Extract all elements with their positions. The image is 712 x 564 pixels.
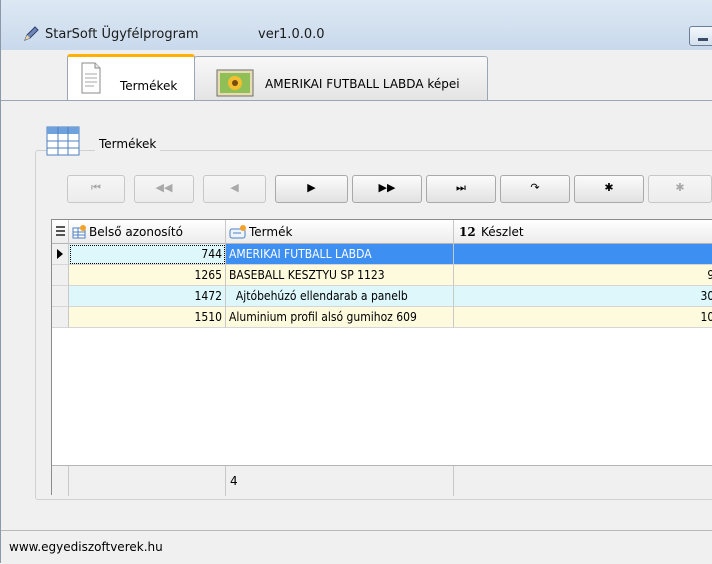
tab-termekek[interactable]: Termékek [67, 54, 195, 101]
tab-product-images[interactable]: AMERIKAI FUTBALL LABDA képei [194, 56, 488, 100]
next-icon: ▶ [307, 181, 316, 194]
first-icon: ⏮ [91, 181, 101, 194]
grid-key-icon [72, 225, 86, 239]
status-text: www.egyediszoftverek.hu [9, 540, 163, 554]
cell-product[interactable]: Ajtóbehúzó ellendarab a panelb [226, 286, 454, 307]
cell-id[interactable]: 1510 [69, 307, 226, 328]
cell-stock[interactable]: 999 [454, 265, 712, 286]
cell-id[interactable]: 744 [69, 244, 226, 265]
row-count: 4 [230, 474, 238, 488]
numeric-icon: 12 [459, 225, 476, 239]
footer-product: 4 [226, 466, 454, 496]
tab-label: Termékek [120, 79, 178, 93]
cell-stock[interactable]: 0 [454, 244, 712, 265]
data-grid[interactable]: Belső azonosító Termék 12 Készlet 744 AM… [51, 219, 712, 496]
refresh-icon: ↷ [530, 181, 540, 194]
refresh-button[interactable]: ↷ [500, 175, 570, 203]
cell-id[interactable]: 1265 [69, 265, 226, 286]
last-record-button[interactable]: ⏭ [426, 175, 496, 203]
version-label: ver1.0.0.0 [258, 27, 325, 42]
table-row[interactable]: 1510 Aluminium profil alsó gumihoz 609 1… [52, 307, 712, 328]
prior-page-button[interactable]: ◀◀ [134, 175, 194, 203]
document-icon [81, 62, 101, 94]
cell-product[interactable]: AMERIKAI FUTBALL LABDA [226, 244, 454, 265]
footer-stock [454, 466, 712, 496]
cell-stock[interactable]: 3000 [454, 286, 712, 307]
column-list-icon [56, 226, 65, 236]
grid-indicator-header[interactable] [52, 220, 69, 244]
column-header-product[interactable]: Termék [226, 220, 454, 244]
footer-indicator [52, 466, 69, 496]
table-row[interactable]: 1472 Ajtóbehúzó ellendarab a panelb 3000 [52, 286, 712, 307]
group-label: Termékek [95, 137, 161, 151]
insert-button[interactable]: ✱ [574, 175, 644, 203]
title-bar[interactable]: StarSoft Ügyfélprogram ver1.0.0.0 [1, 0, 712, 50]
tab-label: AMERIKAI FUTBALL LABDA képei [265, 77, 460, 91]
table-row[interactable]: 744 AMERIKAI FUTBALL LABDA 0 [52, 244, 712, 265]
current-row-icon [57, 249, 63, 259]
column-header-stock[interactable]: 12 Készlet [454, 220, 712, 244]
next-page-button[interactable]: ▶▶ [352, 175, 422, 203]
row-indicator [52, 244, 69, 265]
app-window: StarSoft Ügyfélprogram ver1.0.0.0 Termék… [0, 0, 712, 564]
pen-icon [24, 26, 39, 41]
append-button[interactable]: ✱ [648, 175, 712, 203]
cell-product[interactable]: BASEBALL KESZTYU SP 1123 [226, 265, 454, 286]
column-label: Belső azonosító [89, 225, 183, 239]
window-title: StarSoft Ügyfélprogram [45, 27, 199, 42]
table-row[interactable]: 1265 BASEBALL KESZTYU SP 1123 999 [52, 265, 712, 286]
minimize-button[interactable] [689, 26, 712, 46]
table-icon [46, 126, 80, 156]
column-label: Készlet [481, 225, 524, 239]
column-label: Termék [249, 225, 293, 239]
minimize-icon [698, 38, 708, 41]
fast-forward-icon: ▶▶ [378, 181, 396, 194]
asterisk-icon: ✱ [604, 181, 614, 194]
first-record-button[interactable]: ⏮ [67, 175, 125, 203]
previous-icon: ◀ [230, 181, 239, 194]
row-indicator [52, 307, 69, 328]
cell-product[interactable]: Aluminium profil alsó gumihoz 609 [226, 307, 454, 328]
footer-id [69, 466, 226, 496]
text-field-icon [229, 225, 246, 239]
last-icon: ⏭ [456, 181, 466, 194]
row-indicator [52, 286, 69, 307]
prior-record-button[interactable]: ◀ [203, 175, 266, 203]
image-icon [216, 69, 254, 97]
grid-footer: 4 [52, 465, 712, 496]
cell-stock[interactable]: 1000 [454, 307, 712, 328]
rewind-icon: ◀◀ [155, 181, 173, 194]
column-header-id[interactable]: Belső azonosító [69, 220, 226, 244]
next-record-button[interactable]: ▶ [275, 175, 348, 203]
cell-id[interactable]: 1472 [69, 286, 226, 307]
append-asterisk-icon: ✱ [675, 181, 685, 194]
row-indicator [52, 265, 69, 286]
status-bar: www.egyediszoftverek.hu [1, 530, 712, 564]
